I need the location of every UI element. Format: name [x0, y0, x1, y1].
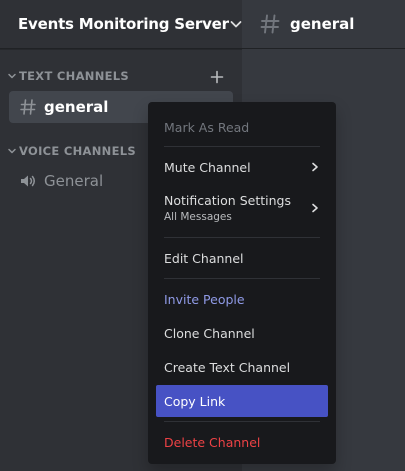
server-header[interactable]: Events Monitoring Server — [0, 0, 242, 49]
menu-item-delete-channel[interactable]: Delete Channel — [156, 431, 328, 453]
plus-icon[interactable] — [209, 69, 225, 85]
menu-item-label: Delete Channel — [164, 434, 261, 450]
category-voice-channels[interactable]: VOICE CHANNELS — [6, 144, 136, 158]
hashtag-icon — [18, 97, 38, 117]
category-label: TEXT CHANNELS — [19, 69, 129, 83]
menu-item-notification-settings[interactable]: Notification Settings All Messages — [156, 188, 328, 228]
menu-item-clone-channel[interactable]: Clone Channel — [156, 322, 328, 344]
caret-down-icon — [6, 145, 18, 157]
menu-item-label: Notification Settings — [164, 193, 291, 208]
menu-separator — [164, 278, 320, 279]
chevron-right-icon — [310, 162, 320, 172]
speaker-icon — [18, 171, 38, 191]
channel-header: general — [242, 0, 405, 49]
menu-separator — [164, 421, 320, 422]
menu-item-mark-as-read: Mark As Read — [156, 116, 328, 138]
menu-item-label: Edit Channel — [164, 250, 244, 266]
menu-item-label: Copy Link — [164, 393, 226, 409]
hashtag-icon — [258, 12, 282, 36]
chevron-down-icon — [229, 16, 243, 32]
chevron-right-icon — [310, 203, 320, 213]
menu-item-sublabel: All Messages — [164, 211, 232, 223]
menu-item-invite-people[interactable]: Invite People — [156, 288, 328, 310]
discord-window: Events Monitoring Server TEXT CHANNELS g… — [0, 0, 405, 471]
menu-item-label: Mute Channel — [164, 159, 251, 175]
menu-item-label: Clone Channel — [164, 325, 255, 341]
category-text-channels[interactable]: TEXT CHANNELS — [6, 69, 129, 83]
menu-item-label: Invite People — [164, 291, 245, 307]
channel-title: general — [290, 15, 355, 33]
menu-separator — [164, 146, 320, 147]
channel-name: General — [44, 172, 104, 190]
menu-item-label: Mark As Read — [164, 119, 250, 135]
menu-separator — [164, 237, 320, 238]
menu-item-copy-link[interactable]: Copy Link — [156, 385, 328, 417]
category-label: VOICE CHANNELS — [19, 144, 136, 158]
channel-context-menu: Mark As Read Mute Channel Notification S… — [148, 102, 336, 464]
menu-item-mute-channel[interactable]: Mute Channel — [156, 156, 328, 178]
menu-item-label: Create Text Channel — [164, 359, 291, 375]
server-name: Events Monitoring Server — [18, 15, 229, 33]
channel-name: general — [44, 98, 109, 116]
menu-item-create-text-channel[interactable]: Create Text Channel — [156, 356, 328, 378]
menu-item-edit-channel[interactable]: Edit Channel — [156, 247, 328, 269]
caret-down-icon — [6, 70, 18, 82]
